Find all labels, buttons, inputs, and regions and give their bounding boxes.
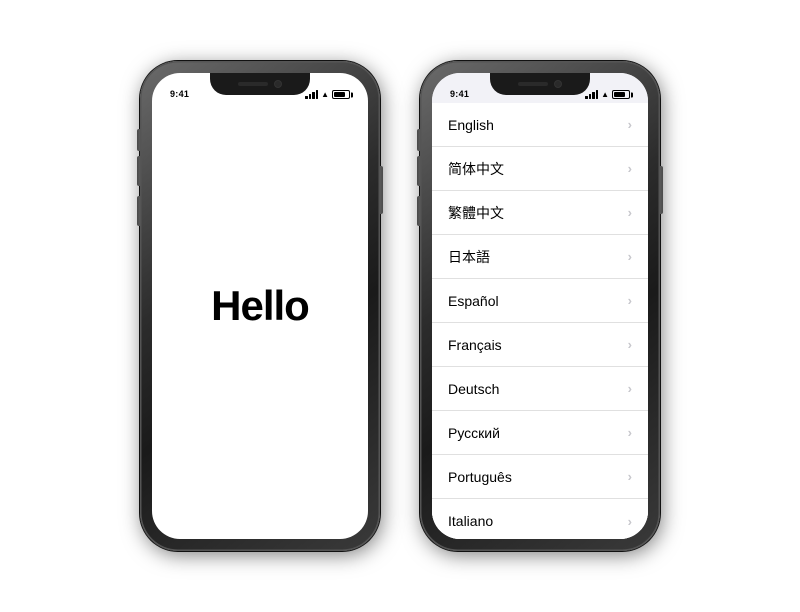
language-name-english: English xyxy=(448,117,494,133)
chevron-right-icon: › xyxy=(628,161,632,176)
chevron-right-icon: › xyxy=(628,117,632,132)
language-item-english[interactable]: English › xyxy=(432,103,648,147)
status-time-1: 9:41 xyxy=(170,89,189,99)
status-time-2: 9:41 xyxy=(450,89,469,99)
language-screen: English›简体中文›繁體中文›日本語›Español›Français›D… xyxy=(432,73,648,539)
phone-2-screen: 9:41 ▲ English›简体中文›繁體中文›日本語›Español›Fra… xyxy=(432,73,648,539)
camera-1 xyxy=(274,80,282,88)
language-name-japanese: 日本語 xyxy=(448,247,490,267)
signal-icon-2 xyxy=(585,90,598,99)
speaker-1 xyxy=(238,82,268,86)
language-item-simplified-chinese[interactable]: 简体中文 › xyxy=(432,147,648,191)
hello-text: Hello xyxy=(211,282,309,330)
language-item-traditional-chinese[interactable]: 繁體中文 › xyxy=(432,191,648,235)
signal-icon-1 xyxy=(305,90,318,99)
hello-screen: Hello xyxy=(152,73,368,539)
language-item-japanese[interactable]: 日本語 › xyxy=(432,235,648,279)
chevron-right-icon: › xyxy=(628,249,632,264)
language-item-italian[interactable]: Italiano › xyxy=(432,499,648,539)
language-name-traditional-chinese: 繁體中文 xyxy=(448,203,504,223)
battery-icon-1 xyxy=(332,90,350,99)
volume-up-button-2 xyxy=(417,156,420,186)
language-name-german: Deutsch xyxy=(448,381,499,397)
language-item-french[interactable]: Français › xyxy=(432,323,648,367)
chevron-right-icon: › xyxy=(628,381,632,396)
volume-up-button xyxy=(137,156,140,186)
language-item-german[interactable]: Deutsch › xyxy=(432,367,648,411)
status-icons-1: ▲ xyxy=(305,90,350,99)
phone-1: 9:41 ▲ Hello xyxy=(140,61,380,551)
silent-button xyxy=(137,129,140,151)
volume-down-button xyxy=(137,196,140,226)
language-name-spanish: Español xyxy=(448,293,499,309)
wifi-icon-2: ▲ xyxy=(601,90,609,99)
wifi-icon-1: ▲ xyxy=(321,90,329,99)
language-item-spanish[interactable]: Español › xyxy=(432,279,648,323)
status-icons-2: ▲ xyxy=(585,90,630,99)
silent-button-2 xyxy=(417,129,420,151)
language-name-italian: Italiano xyxy=(448,513,493,529)
chevron-right-icon: › xyxy=(628,293,632,308)
power-button-2 xyxy=(660,166,663,214)
chevron-right-icon: › xyxy=(628,337,632,352)
chevron-right-icon: › xyxy=(628,514,632,529)
phone-1-screen: 9:41 ▲ Hello xyxy=(152,73,368,539)
speaker-2 xyxy=(518,82,548,86)
notch-1 xyxy=(210,73,310,95)
chevron-right-icon: › xyxy=(628,425,632,440)
power-button xyxy=(380,166,383,214)
language-item-russian[interactable]: Русский › xyxy=(432,411,648,455)
language-name-simplified-chinese: 简体中文 xyxy=(448,159,504,179)
chevron-right-icon: › xyxy=(628,469,632,484)
language-item-portuguese[interactable]: Português › xyxy=(432,455,648,499)
phone-2: 9:41 ▲ English›简体中文›繁體中文›日本語›Español›Fra… xyxy=(420,61,660,551)
battery-icon-2 xyxy=(612,90,630,99)
language-list: English›简体中文›繁體中文›日本語›Español›Français›D… xyxy=(432,103,648,539)
volume-down-button-2 xyxy=(417,196,420,226)
camera-2 xyxy=(554,80,562,88)
notch-2 xyxy=(490,73,590,95)
language-name-french: Français xyxy=(448,337,502,353)
chevron-right-icon: › xyxy=(628,205,632,220)
language-name-russian: Русский xyxy=(448,425,500,441)
language-name-portuguese: Português xyxy=(448,469,512,485)
